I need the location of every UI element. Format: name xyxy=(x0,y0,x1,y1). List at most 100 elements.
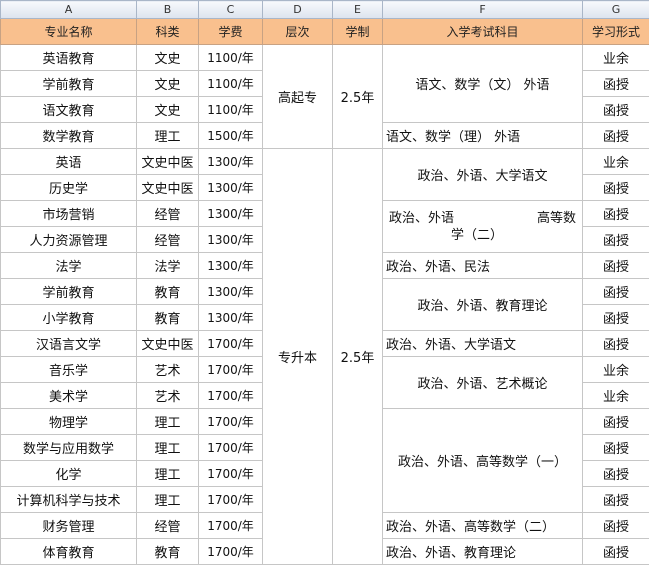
fee-cell[interactable]: 1100/年 xyxy=(198,70,263,97)
major-cell[interactable]: 数学教育 xyxy=(0,122,137,149)
mode-cell[interactable]: 函授 xyxy=(582,226,649,253)
fee-cell[interactable]: 1700/年 xyxy=(198,486,263,513)
header-level[interactable]: 层次 xyxy=(262,18,333,45)
fee-cell[interactable]: 1700/年 xyxy=(198,408,263,435)
mode-cell[interactable]: 函授 xyxy=(582,174,649,201)
major-cell[interactable]: 音乐学 xyxy=(0,356,137,383)
category-cell[interactable]: 经管 xyxy=(136,512,199,539)
category-cell[interactable]: 教育 xyxy=(136,538,199,565)
category-cell[interactable]: 艺术 xyxy=(136,356,199,383)
major-cell[interactable]: 财务管理 xyxy=(0,512,137,539)
major-cell[interactable]: 学前教育 xyxy=(0,278,137,305)
level-cell[interactable]: 专升本 xyxy=(262,148,333,565)
column-letter-e[interactable]: E xyxy=(332,0,383,19)
mode-cell[interactable]: 函授 xyxy=(582,252,649,279)
header-duration[interactable]: 学制 xyxy=(332,18,383,45)
mode-cell[interactable]: 业余 xyxy=(582,382,649,409)
header-exam-subjects[interactable]: 入学考试科目 xyxy=(382,18,583,45)
exam-cell[interactable]: 语文、数学（文） 外语 xyxy=(382,44,583,123)
major-cell[interactable]: 化学 xyxy=(0,460,137,487)
major-cell[interactable]: 计算机科学与技术 xyxy=(0,486,137,513)
major-cell[interactable]: 历史学 xyxy=(0,174,137,201)
mode-cell[interactable]: 业余 xyxy=(582,356,649,383)
fee-cell[interactable]: 1700/年 xyxy=(198,460,263,487)
mode-cell[interactable]: 函授 xyxy=(582,70,649,97)
major-cell[interactable]: 学前教育 xyxy=(0,70,137,97)
fee-cell[interactable]: 1300/年 xyxy=(198,200,263,227)
fee-cell[interactable]: 1300/年 xyxy=(198,252,263,279)
column-letter-b[interactable]: B xyxy=(136,0,199,19)
fee-cell[interactable]: 1700/年 xyxy=(198,330,263,357)
mode-cell[interactable]: 函授 xyxy=(582,408,649,435)
level-cell[interactable]: 高起专 xyxy=(262,44,333,149)
category-cell[interactable]: 文史中医 xyxy=(136,330,199,357)
mode-cell[interactable]: 函授 xyxy=(582,96,649,123)
category-cell[interactable]: 理工 xyxy=(136,122,199,149)
mode-cell[interactable]: 函授 xyxy=(582,460,649,487)
fee-cell[interactable]: 1300/年 xyxy=(198,278,263,305)
exam-cell[interactable]: 政治、外语、教育理论 xyxy=(382,538,583,565)
category-cell[interactable]: 文史 xyxy=(136,96,199,123)
mode-cell[interactable]: 函授 xyxy=(582,200,649,227)
category-cell[interactable]: 文史 xyxy=(136,44,199,71)
duration-cell[interactable]: 2.5年 xyxy=(332,44,383,149)
fee-cell[interactable]: 1700/年 xyxy=(198,434,263,461)
exam-cell[interactable]: 政治、外语、民法 xyxy=(382,252,583,279)
major-cell[interactable]: 法学 xyxy=(0,252,137,279)
fee-cell[interactable]: 1100/年 xyxy=(198,44,263,71)
category-cell[interactable]: 经管 xyxy=(136,200,199,227)
header-fee[interactable]: 学费 xyxy=(198,18,263,45)
column-letter-c[interactable]: C xyxy=(198,0,263,19)
major-cell[interactable]: 汉语言文学 xyxy=(0,330,137,357)
duration-cell[interactable]: 2.5年 xyxy=(332,148,383,565)
fee-cell[interactable]: 1300/年 xyxy=(198,304,263,331)
major-cell[interactable]: 美术学 xyxy=(0,382,137,409)
category-cell[interactable]: 教育 xyxy=(136,278,199,305)
header-category[interactable]: 科类 xyxy=(136,18,199,45)
exam-cell[interactable]: 政治、外语、艺术概论 xyxy=(382,356,583,409)
mode-cell[interactable]: 函授 xyxy=(582,434,649,461)
fee-cell[interactable]: 1300/年 xyxy=(198,226,263,253)
major-cell[interactable]: 人力资源管理 xyxy=(0,226,137,253)
fee-cell[interactable]: 1500/年 xyxy=(198,122,263,149)
fee-cell[interactable]: 1700/年 xyxy=(198,512,263,539)
mode-cell[interactable]: 函授 xyxy=(582,278,649,305)
exam-cell[interactable]: 政治、外语、教育理论 xyxy=(382,278,583,331)
fee-cell[interactable]: 1700/年 xyxy=(198,382,263,409)
category-cell[interactable]: 文史 xyxy=(136,70,199,97)
fee-cell[interactable]: 1700/年 xyxy=(198,538,263,565)
exam-cell[interactable]: 政治、外语、大学语文 xyxy=(382,330,583,357)
exam-cell[interactable]: 政治、外语、大学语文 xyxy=(382,148,583,201)
exam-cell[interactable]: 语文、数学（理） 外语 xyxy=(382,122,583,149)
major-cell[interactable]: 数学与应用数学 xyxy=(0,434,137,461)
mode-cell[interactable]: 函授 xyxy=(582,122,649,149)
category-cell[interactable]: 理工 xyxy=(136,460,199,487)
column-letter-g[interactable]: G xyxy=(582,0,649,19)
exam-cell[interactable]: 政治、外语、高等数学（一） xyxy=(382,408,583,513)
mode-cell[interactable]: 函授 xyxy=(582,538,649,565)
major-cell[interactable]: 英语 xyxy=(0,148,137,175)
category-cell[interactable]: 法学 xyxy=(136,252,199,279)
major-cell[interactable]: 物理学 xyxy=(0,408,137,435)
major-cell[interactable]: 市场营销 xyxy=(0,200,137,227)
mode-cell[interactable]: 业余 xyxy=(582,44,649,71)
major-cell[interactable]: 体育教育 xyxy=(0,538,137,565)
category-cell[interactable]: 理工 xyxy=(136,408,199,435)
category-cell[interactable]: 教育 xyxy=(136,304,199,331)
major-cell[interactable]: 英语教育 xyxy=(0,44,137,71)
category-cell[interactable]: 文史中医 xyxy=(136,174,199,201)
fee-cell[interactable]: 1300/年 xyxy=(198,174,263,201)
category-cell[interactable]: 经管 xyxy=(136,226,199,253)
mode-cell[interactable]: 函授 xyxy=(582,486,649,513)
category-cell[interactable]: 艺术 xyxy=(136,382,199,409)
mode-cell[interactable]: 函授 xyxy=(582,330,649,357)
fee-cell[interactable]: 1700/年 xyxy=(198,356,263,383)
header-study-mode[interactable]: 学习形式 xyxy=(582,18,649,45)
category-cell[interactable]: 理工 xyxy=(136,486,199,513)
column-letter-a[interactable]: A xyxy=(0,0,137,19)
column-letter-d[interactable]: D xyxy=(262,0,333,19)
column-letter-f[interactable]: F xyxy=(382,0,583,19)
major-cell[interactable]: 小学教育 xyxy=(0,304,137,331)
exam-cell-wrapped[interactable]: 政治、外语 高等数 学（二） xyxy=(382,200,583,253)
mode-cell[interactable]: 函授 xyxy=(582,304,649,331)
